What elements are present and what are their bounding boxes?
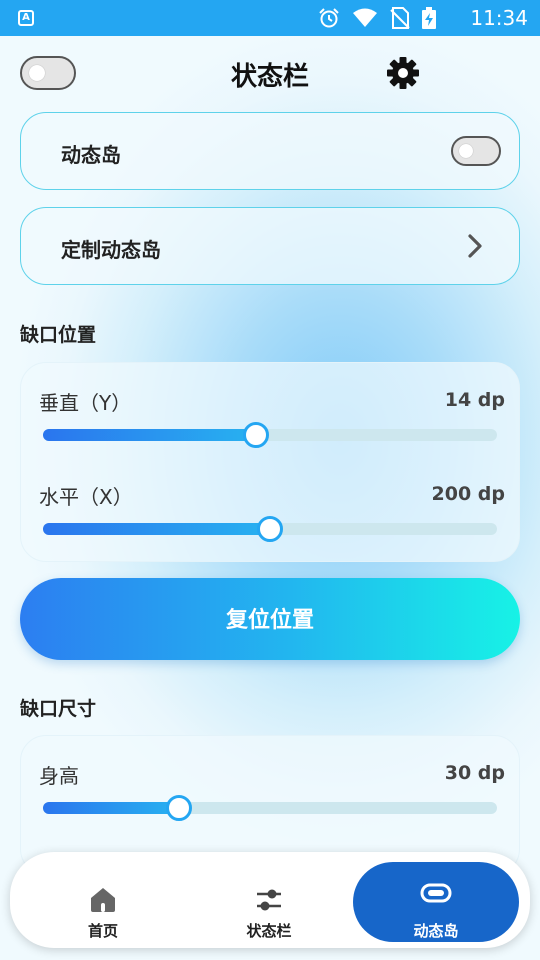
- nav-label-status-bar: 状态栏: [246, 922, 292, 940]
- vertical-label: 垂直（Y）: [39, 391, 132, 415]
- wifi-icon: [353, 8, 377, 27]
- dynamic-island-row[interactable]: 动态岛: [20, 112, 520, 190]
- height-slider-group: 身高 30 dp: [21, 760, 519, 850]
- system-status-bar: A 11:34: [0, 0, 540, 36]
- sliders-icon: [257, 889, 281, 911]
- slider-fill: [43, 523, 270, 535]
- height-label: 身高: [39, 764, 79, 788]
- height-slider[interactable]: [43, 795, 497, 821]
- status-icons: [318, 7, 436, 29]
- page-title: 状态栏: [230, 62, 309, 92]
- dynamic-island-toggle[interactable]: [451, 136, 501, 166]
- vertical-value: 14 dp: [444, 389, 505, 411]
- pill-icon: [420, 883, 452, 903]
- notch-position-title: 缺口位置: [20, 324, 97, 346]
- alarm-icon: [319, 8, 339, 28]
- clock: 11:34: [470, 6, 528, 30]
- vertical-slider-group: 垂直（Y） 14 dp: [21, 387, 519, 477]
- notch-position-card: 垂直（Y） 14 dp 水平（X） 200 dp: [20, 362, 520, 562]
- vertical-slider[interactable]: [43, 422, 497, 448]
- slider-thumb[interactable]: [243, 422, 270, 448]
- notch-size-title: 缺口尺寸: [20, 698, 97, 720]
- dynamic-island-label: 动态岛: [61, 143, 121, 167]
- nav-item-home[interactable]: 首页: [20, 862, 186, 942]
- horizontal-value: 200 dp: [431, 483, 505, 505]
- home-icon: [91, 888, 115, 912]
- toggle-knob: [459, 144, 473, 158]
- nav-label-home: 首页: [87, 922, 118, 940]
- reset-position-button[interactable]: 复位位置: [20, 578, 520, 660]
- slider-thumb[interactable]: [257, 516, 283, 542]
- no-sim-icon: [390, 7, 410, 29]
- nav-item-status-bar[interactable]: 状态栏: [186, 862, 352, 942]
- bottom-nav: 首页 状态栏 动态岛: [10, 852, 530, 948]
- horizontal-slider[interactable]: [43, 516, 497, 542]
- nav-label-dynamic-island: 动态岛: [413, 922, 459, 940]
- custom-island-label: 定制动态岛: [61, 238, 161, 262]
- slider-fill: [43, 802, 180, 814]
- chevron-right-icon: [468, 234, 482, 258]
- slider-fill: [43, 429, 257, 441]
- gear-icon[interactable]: [386, 56, 420, 90]
- slider-thumb[interactable]: [166, 795, 193, 821]
- battery-charging-icon: [422, 7, 436, 29]
- app-notification-icon: A: [18, 10, 34, 26]
- app-header: 状态栏: [0, 36, 540, 112]
- horizontal-slider-group: 水平（X） 200 dp: [21, 481, 519, 571]
- nav-item-dynamic-island[interactable]: 动态岛: [353, 862, 519, 942]
- height-value: 30 dp: [444, 762, 505, 784]
- custom-island-row[interactable]: 定制动态岛: [20, 207, 520, 285]
- horizontal-label: 水平（X）: [39, 485, 133, 509]
